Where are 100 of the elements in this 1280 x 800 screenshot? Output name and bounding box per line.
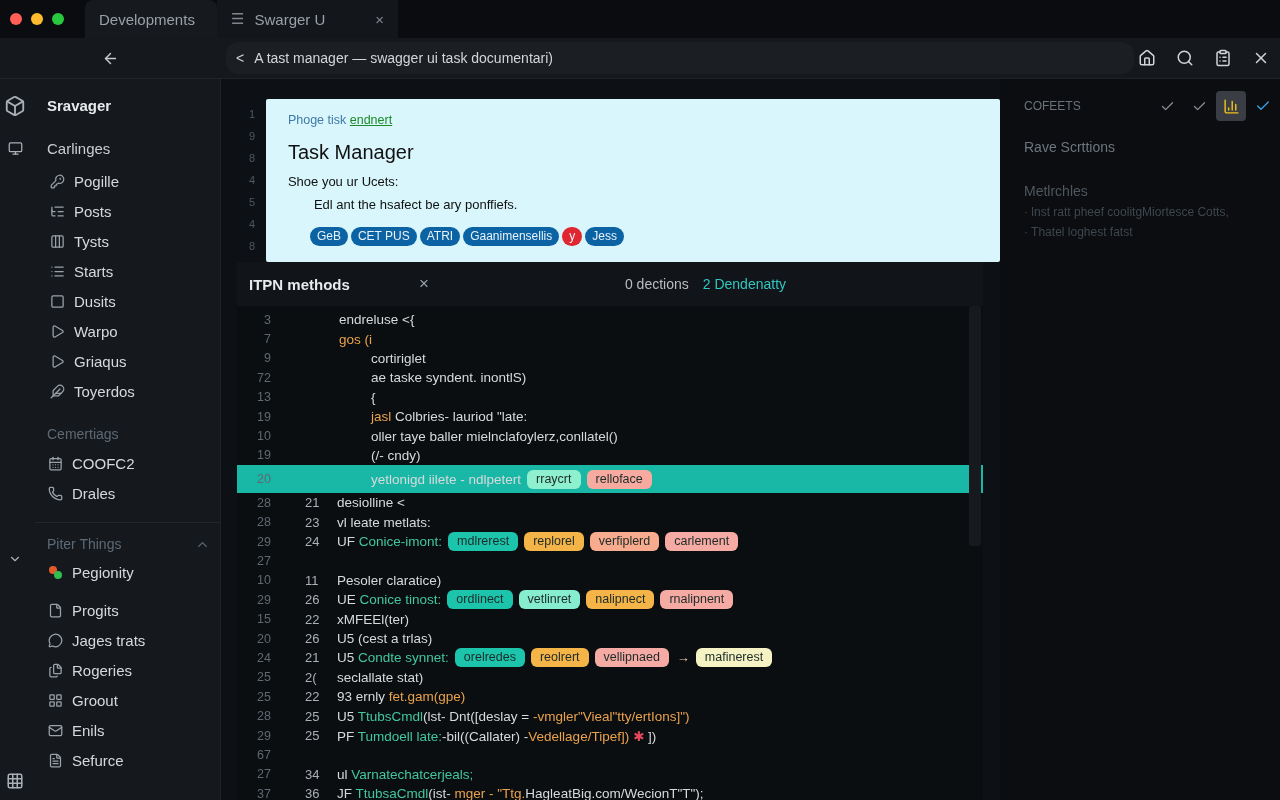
line-number: 24 bbox=[305, 534, 321, 550]
line-number: 27 bbox=[256, 767, 271, 782]
line-number: 28 bbox=[256, 495, 271, 510]
sidebar-item[interactable]: COOFC2 bbox=[30, 448, 220, 478]
sidebar-item[interactable]: Warpo bbox=[30, 316, 220, 346]
list-icon bbox=[50, 203, 65, 219]
line-number: 10 bbox=[256, 429, 271, 444]
code-tag: nalipnect bbox=[586, 590, 655, 610]
line-number: 4 bbox=[248, 217, 257, 232]
code-text: U5 (cest a trlas) bbox=[337, 631, 433, 647]
method-tag[interactable]: y bbox=[562, 227, 583, 246]
sidebar-item[interactable]: Toyerdos bbox=[30, 376, 220, 406]
line-number: 19 bbox=[256, 409, 271, 424]
line-number: 21 bbox=[305, 650, 321, 666]
sidebar-item[interactable]: Sefurce bbox=[30, 745, 220, 775]
panel-subheading: Metlrchles bbox=[1023, 183, 1089, 199]
method-tag[interactable]: ATRI bbox=[419, 227, 461, 246]
line-number: 27 bbox=[256, 554, 271, 568]
code-text: ae taske syndent. inontlS) bbox=[370, 370, 527, 386]
line-number: 25 bbox=[305, 708, 321, 724]
sidebar-item[interactable]: Griaqus bbox=[30, 346, 220, 376]
method-tag[interactable]: Gaanimensellis bbox=[463, 227, 560, 246]
code-text: seclallate stat) bbox=[337, 669, 424, 685]
method-tag[interactable]: CET PUS bbox=[350, 227, 417, 246]
close-light[interactable] bbox=[10, 13, 22, 25]
line-number: 2( bbox=[305, 669, 318, 685]
line-number: 9 bbox=[263, 351, 271, 366]
line-number: 13 bbox=[256, 390, 271, 405]
code-tag: mdlrerest bbox=[448, 532, 519, 552]
line-number: 3 bbox=[263, 312, 271, 327]
line-number: 72 bbox=[256, 370, 271, 385]
tab-close[interactable]: × bbox=[375, 10, 385, 28]
stat-link[interactable]: 2 Dendenatty bbox=[702, 276, 787, 292]
sidebar-item[interactable]: Groout bbox=[30, 685, 220, 715]
monitor-icon[interactable] bbox=[7, 141, 23, 156]
sidebar-item[interactable]: Jages trats bbox=[30, 625, 220, 655]
code-tag: carlement bbox=[665, 532, 739, 552]
line-number: 25 bbox=[256, 689, 271, 704]
sidebar-item[interactable]: Rogeries bbox=[30, 655, 220, 685]
sidebar-item[interactable]: Tysts bbox=[30, 226, 220, 256]
document-icon bbox=[48, 752, 63, 768]
panel-close[interactable]: × bbox=[419, 274, 429, 294]
code-text: oller taye baller mielnclafoylerz,conllatel() bbox=[370, 428, 618, 444]
code-tag: rraycrt bbox=[527, 469, 581, 489]
sidebar-item[interactable]: Pogille bbox=[30, 166, 220, 196]
minimize-light[interactable] bbox=[31, 13, 43, 25]
method-tag[interactable]: Jess bbox=[585, 227, 624, 246]
phone-icon bbox=[48, 485, 63, 501]
sidebar-item[interactable]: Pegionity bbox=[30, 557, 220, 587]
chart-icon bbox=[1222, 97, 1240, 115]
section-label: Carlinges bbox=[46, 138, 112, 159]
play-icon bbox=[50, 353, 65, 369]
code-text: yetlonigd iilete - ndlpetert bbox=[370, 471, 522, 487]
line-number: 37 bbox=[256, 786, 271, 800]
line-number: 67 bbox=[256, 747, 271, 762]
code-text: cortiriglet bbox=[370, 350, 426, 366]
line-number: 20 bbox=[256, 631, 271, 646]
line-number: 26 bbox=[305, 631, 321, 647]
code-text: vl leate metlats: bbox=[337, 514, 431, 530]
line-number: 19 bbox=[256, 448, 271, 463]
line-number: 15 bbox=[256, 612, 271, 627]
line-number: 21 bbox=[305, 495, 321, 511]
bullet-text: · lnst ratt pheef coolitgMiortesce Cotts, bbox=[1023, 205, 1230, 219]
sidebar-item[interactable]: Progits bbox=[30, 595, 220, 625]
method-tag[interactable]: GeB bbox=[309, 227, 348, 246]
code-tag: replorel bbox=[524, 532, 584, 552]
code-text: endreluse <{ bbox=[339, 312, 415, 328]
grid-icon bbox=[48, 692, 63, 708]
cube-icon[interactable] bbox=[4, 95, 26, 117]
endpoint-link[interactable]: endnert bbox=[349, 113, 393, 127]
panel-heading: Rave Scrttions bbox=[1023, 139, 1117, 155]
square-icon bbox=[50, 293, 65, 309]
sidebar-item[interactable]: Dusits bbox=[30, 286, 220, 316]
feather-icon bbox=[50, 383, 65, 399]
bullet-text: · Thatel loghest fatst bbox=[1023, 225, 1134, 239]
grid-icon[interactable] bbox=[6, 772, 24, 790]
tab-icon: ☰ bbox=[231, 10, 245, 28]
play-icon bbox=[50, 323, 65, 339]
sidebar-item[interactable]: Drales bbox=[30, 478, 220, 508]
card-subtitle: Shoe you ur Ucets: bbox=[287, 174, 400, 189]
columns-icon bbox=[50, 233, 65, 249]
line-number: 20 bbox=[256, 472, 271, 487]
search-icon bbox=[1176, 49, 1194, 67]
code-text: U5 TtubsCmdl(lst- Dnt([deslay = -vmgler"Vieal"tty/ertIons]") bbox=[337, 708, 690, 724]
line-number: 7 bbox=[263, 332, 271, 347]
line-number: 36 bbox=[305, 786, 321, 800]
code-text: (/- cndy) bbox=[370, 447, 421, 463]
sidebar-item[interactable]: Posts bbox=[30, 196, 220, 226]
code-tag: reolrert bbox=[530, 648, 589, 668]
sidebar-item[interactable]: Enils bbox=[30, 715, 220, 745]
zoom-light[interactable] bbox=[52, 13, 64, 25]
stat-text: 0 dections bbox=[624, 276, 689, 292]
scrollbar[interactable] bbox=[969, 306, 981, 546]
window-tab[interactable]: Developments bbox=[85, 0, 217, 38]
code-text: 93 ernly fet.gam(gpe) bbox=[337, 689, 466, 705]
address-field[interactable]: < A tast manager — swagger ui task documentari) bbox=[226, 42, 1134, 74]
sidebar-item[interactable]: Starts bbox=[30, 256, 220, 286]
window-tab[interactable]: ☰ Swarger U × bbox=[217, 0, 399, 38]
tool-button[interactable] bbox=[1216, 91, 1246, 121]
clipboard-icon bbox=[1214, 49, 1232, 67]
